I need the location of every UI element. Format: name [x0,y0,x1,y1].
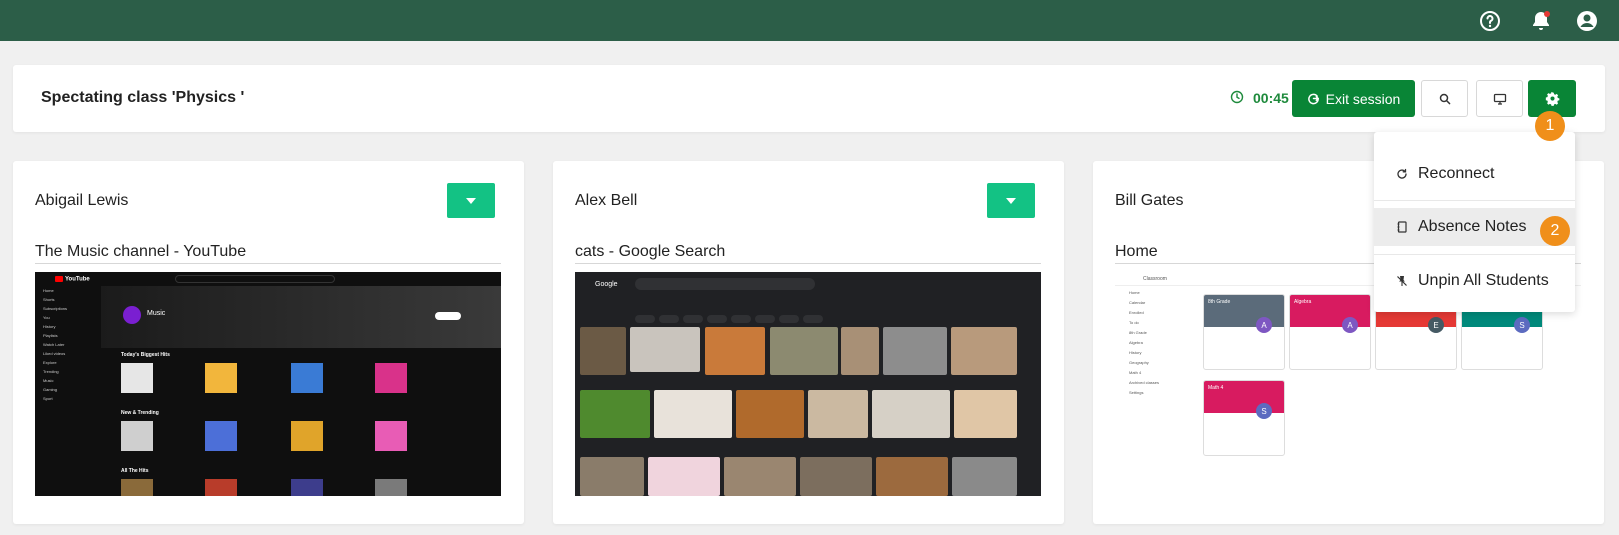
student-tab-title: The Music channel - YouTube [35,243,247,260]
yt-tile [291,421,323,451]
top-bar [0,0,1619,41]
cat-image [580,390,650,438]
page-title: Spectating class 'Physics ' [41,89,245,106]
classroom-nav: Home Calendar Enrolled To do 8th Grade A… [1129,290,1160,395]
cat-image [630,327,700,372]
cat-image [736,390,804,438]
cat-image [800,457,872,496]
cat-image [808,390,868,438]
student-avatar: A [1342,317,1358,333]
google-logo: Google [595,281,618,288]
yt-tile [375,363,407,393]
student-tab-title: cats - Google Search [575,243,726,260]
exit-session-label: Exit session [1325,90,1401,107]
exit-icon [1307,93,1319,105]
yt-tile [205,363,237,393]
yt-search [175,275,335,283]
yt-tile [121,363,153,393]
cat-image [872,390,950,438]
menu-divider [1374,254,1575,255]
reconnect-label: Reconnect [1418,165,1495,182]
cat-image [952,457,1017,496]
refresh-icon [1397,168,1407,179]
yt-logo: YouTube [55,276,90,283]
google-search-box [635,278,815,290]
yt-row-label: New & Trending [121,410,159,416]
cat-image [954,390,1017,438]
yt-subscribe [435,312,461,320]
yt-tile [375,421,407,451]
cat-image [951,327,1017,375]
cat-image [580,327,626,375]
unpin-all-menu-item[interactable]: Unpin All Students [1374,262,1575,300]
class-card: Math 4 S [1203,380,1285,456]
step-badge-1: 1 [1535,111,1565,141]
clock-icon [1230,90,1244,104]
notebook-icon [1397,221,1407,233]
screen-button[interactable] [1476,80,1523,117]
absence-notes-label: Absence Notes [1418,218,1527,235]
google-chips [635,310,885,323]
monitor-icon [1493,93,1506,105]
step-badge-2: 2 [1540,216,1570,246]
yt-tile [205,421,237,451]
yt-row-label: Today's Biggest Hits [121,352,170,358]
yt-tile [205,479,237,496]
session-header: Spectating class 'Physics ' 00:45 Exit s… [13,65,1605,132]
cat-image [883,327,947,375]
class-card: 8th Grade A [1203,294,1285,370]
session-timer: 00:45 [1253,90,1289,106]
yt-tile [291,363,323,393]
caret-down-icon [1006,197,1016,204]
student-avatar: S [1256,403,1272,419]
bell-icon[interactable] [1529,9,1553,33]
student-tab-title: Home [1115,243,1158,260]
student-name: Bill Gates [1115,192,1184,209]
classroom-title: Classroom [1143,276,1167,282]
music-channel-icon [123,306,141,324]
yt-tile [291,479,323,496]
student-menu-toggle[interactable] [447,183,495,218]
student-menu-toggle[interactable] [987,183,1035,218]
unpin-icon [1397,276,1407,286]
student-name: Abigail Lewis [35,192,129,209]
student-card: Abigail Lewis The Music channel - YouTub… [13,161,524,524]
student-avatar: A [1256,317,1272,333]
student-avatar: S [1514,317,1530,333]
cat-image [724,457,796,496]
cat-image [654,390,732,438]
divider [35,263,501,264]
screen-thumbnail[interactable]: YouTube Home Shorts Subscriptions You Hi… [35,272,501,496]
reconnect-menu-item[interactable]: Reconnect [1374,155,1575,193]
exit-session-button[interactable]: Exit session [1292,80,1415,117]
search-button[interactable] [1421,80,1468,117]
search-icon [1439,93,1450,104]
divider [575,263,1041,264]
yt-tile [121,421,153,451]
class-card: Algebra A [1289,294,1371,370]
cat-image [648,457,720,496]
yt-row-label: All The Hits [121,468,149,474]
account-icon[interactable] [1575,9,1599,33]
cat-image [841,327,879,375]
cat-image [876,457,948,496]
yt-tile [375,479,407,496]
help-icon[interactable] [1478,9,1502,33]
yt-sidebar: Home Shorts Subscriptions You History Pl… [43,288,68,401]
menu-divider [1374,200,1575,201]
screen-thumbnail[interactable]: Google [575,272,1041,496]
yt-channel-title: Music [147,310,166,317]
cat-image [580,457,644,496]
yt-tile [121,479,153,496]
cat-image [770,327,838,375]
unpin-all-label: Unpin All Students [1418,272,1549,289]
student-card: Alex Bell cats - Google Search Google [553,161,1064,524]
cat-image [705,327,765,375]
student-name: Alex Bell [575,192,638,209]
gear-icon [1545,91,1559,106]
student-avatar: E [1428,317,1444,333]
caret-down-icon [466,197,476,204]
